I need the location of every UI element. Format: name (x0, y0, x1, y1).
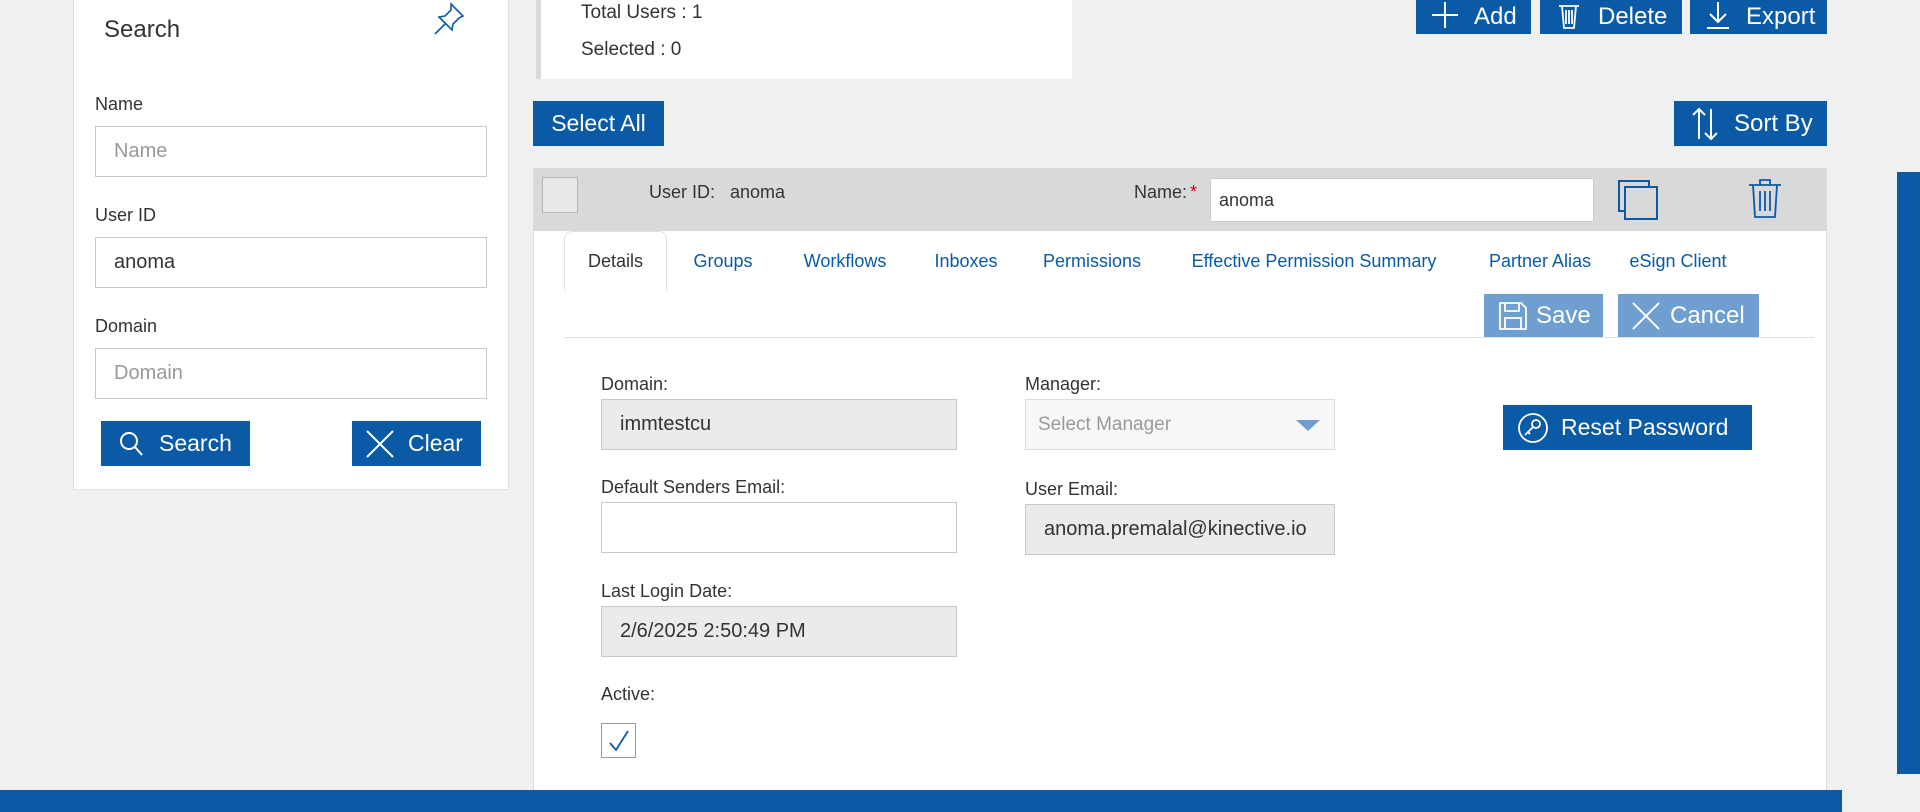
last-login-field: 2/6/2025 2:50:49 PM (601, 606, 957, 657)
domain-label: Domain (95, 316, 158, 336)
results-summary: Total Users : 1 Selected : 0 (536, 0, 1072, 79)
search-icon (120, 431, 143, 456)
user-email-label: User Email: (1025, 479, 1119, 499)
trash-icon (1559, 5, 1579, 29)
download-icon (1707, 2, 1729, 29)
side-scroll-strip (1897, 172, 1920, 774)
detail-tabs: Details Groups Workflows Inboxes Permiss… (564, 231, 1814, 291)
chevron-down-icon (1296, 419, 1320, 431)
save-icon (1499, 301, 1527, 330)
sort-icon (1692, 107, 1718, 140)
cancel-button-label: Cancel (1670, 301, 1745, 329)
active-label: Active: (601, 684, 656, 704)
selected-count-text: Selected : 0 (581, 39, 682, 60)
add-button[interactable]: Add (1416, 0, 1531, 34)
userid-label: User ID (95, 205, 157, 225)
clear-button-label: Clear (408, 430, 463, 456)
cancel-button[interactable]: Cancel (1618, 294, 1759, 337)
footer-bar (0, 790, 1842, 812)
reset-password-button[interactable]: Reset Password (1503, 405, 1752, 450)
key-icon (1518, 412, 1548, 443)
userid-header-value: anoma (730, 182, 786, 202)
domain-field: immtestcu (601, 399, 957, 450)
save-button[interactable]: Save (1484, 294, 1603, 337)
add-button-label: Add (1474, 3, 1517, 30)
required-marker: * (1190, 182, 1198, 202)
export-button-label: Export (1746, 3, 1816, 30)
select-all-label: Select All (551, 110, 646, 136)
name-header-label: Name: (1134, 182, 1188, 202)
user-row-header: User ID: anoma Name: * (534, 169, 1826, 231)
tab-workflows[interactable]: Workflows (779, 231, 911, 291)
export-button[interactable]: Export (1690, 0, 1827, 34)
search-panel: Search Name User ID Domain Search Clear (73, 0, 509, 490)
total-users-text: Total Users : 1 (581, 2, 703, 23)
copy-icon[interactable] (1617, 179, 1659, 221)
delete-button[interactable]: Delete (1540, 0, 1682, 34)
user-email-field: anoma.premalal@kinective.io (1025, 504, 1335, 555)
clear-button[interactable]: Clear (352, 421, 481, 466)
save-button-label: Save (1536, 301, 1591, 329)
tab-details[interactable]: Details (564, 231, 667, 291)
search-button-label: Search (159, 430, 232, 456)
pin-icon[interactable] (429, 0, 469, 40)
userid-header-label: User ID: (649, 182, 716, 202)
tab-inboxes[interactable]: Inboxes (911, 231, 1021, 291)
tab-esign-client[interactable]: eSign Client (1615, 231, 1741, 291)
manager-select-placeholder: Select Manager (1038, 413, 1172, 435)
checkmark-icon (608, 730, 629, 752)
tab-groups[interactable]: Groups (667, 231, 779, 291)
delete-button-label: Delete (1598, 3, 1668, 30)
active-checkbox[interactable] (601, 723, 636, 758)
reset-password-label: Reset Password (1561, 414, 1729, 440)
tabs-divider (564, 337, 1814, 338)
close-icon (1632, 301, 1660, 330)
row-select-checkbox[interactable] (542, 177, 578, 213)
manager-select[interactable]: Select Manager (1025, 399, 1335, 450)
user-name-input[interactable] (1210, 178, 1594, 222)
search-panel-title: Search (104, 16, 181, 43)
user-card: User ID: anoma Name: * Details Groups Wo… (533, 168, 1827, 812)
sort-by-button[interactable]: Sort By (1674, 101, 1827, 146)
plus-icon (1432, 2, 1458, 28)
tab-permissions[interactable]: Permissions (1021, 231, 1163, 291)
sort-by-label: Sort By (1734, 109, 1813, 137)
last-login-label: Last Login Date: (601, 581, 733, 601)
tab-partner-alias[interactable]: Partner Alias (1465, 231, 1615, 291)
default-senders-email-label: Default Senders Email: (601, 477, 786, 497)
userid-search-input[interactable] (95, 237, 487, 288)
name-search-input[interactable] (95, 126, 487, 177)
trash-icon[interactable] (1745, 177, 1785, 221)
search-button[interactable]: Search (101, 421, 250, 466)
select-all-button[interactable]: Select All (533, 101, 664, 146)
domain-search-input[interactable] (95, 348, 487, 399)
manager-label: Manager: (1025, 374, 1102, 394)
close-icon (366, 429, 394, 458)
default-senders-email-input[interactable] (601, 502, 957, 553)
name-label: Name (95, 94, 144, 114)
domain-field-label: Domain: (601, 374, 669, 394)
tab-effective-permission-summary[interactable]: Effective Permission Summary (1163, 231, 1465, 291)
